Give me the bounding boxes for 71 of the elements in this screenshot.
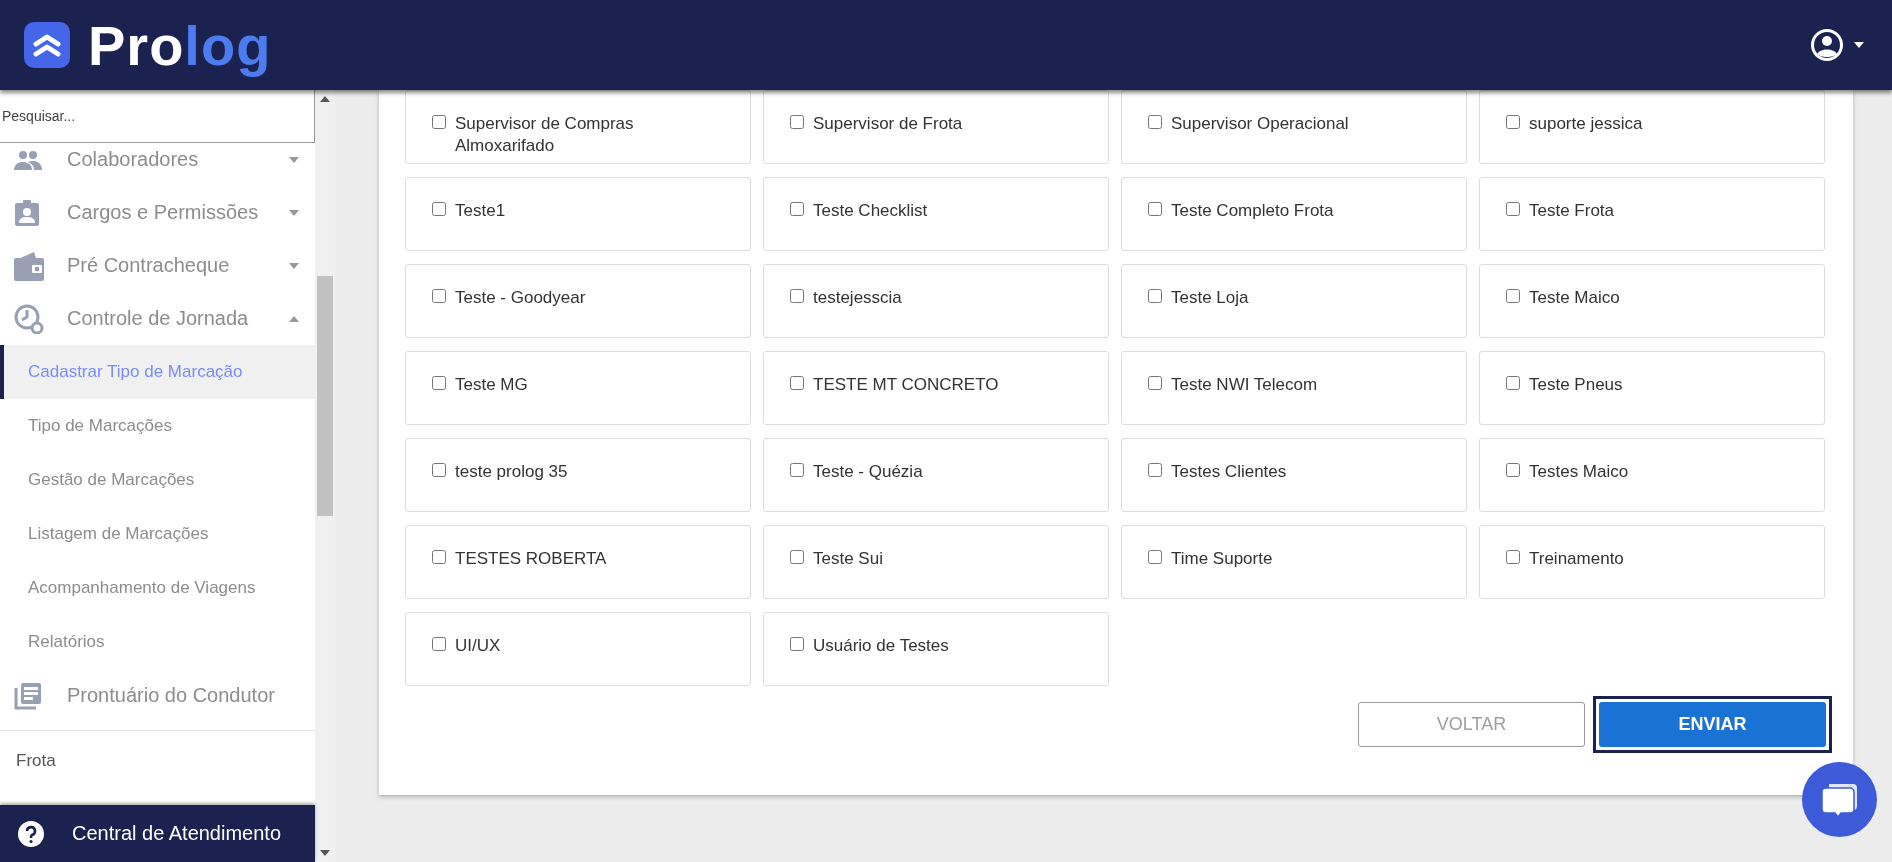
checkbox[interactable] (1506, 289, 1520, 303)
option-card[interactable]: Teste Loja (1121, 264, 1467, 338)
checkbox[interactable] (1148, 376, 1162, 390)
logo-text: Prolog (88, 12, 272, 78)
caret-icon (289, 209, 299, 216)
submit-button[interactable]: ENVIAR (1599, 702, 1826, 747)
option-card[interactable]: Teste Pneus (1479, 351, 1825, 425)
checkbox[interactable] (790, 289, 804, 303)
user-avatar-icon[interactable] (1810, 28, 1844, 62)
badge-icon (14, 199, 40, 226)
option-card[interactable]: Supervisor Operacional (1121, 90, 1467, 164)
checkbox[interactable] (432, 202, 446, 216)
checkbox[interactable] (432, 463, 446, 477)
caret-icon[interactable] (1854, 42, 1864, 48)
document-icon (14, 681, 42, 710)
logo-icon (24, 22, 70, 68)
option-card[interactable]: Time Suporte (1121, 525, 1467, 599)
checkbox[interactable] (1148, 115, 1162, 129)
checkbox[interactable] (790, 202, 804, 216)
checkbox[interactable] (1148, 550, 1162, 564)
option-card[interactable]: Teste - Goodyear (405, 264, 751, 338)
people-icon (14, 149, 42, 170)
checkbox[interactable] (1148, 289, 1162, 303)
checkbox[interactable] (432, 550, 446, 564)
checkbox[interactable] (790, 637, 804, 651)
option-card[interactable]: Teste1 (405, 177, 751, 251)
option-card[interactable]: Teste Completo Frota (1121, 177, 1467, 251)
checkbox[interactable] (790, 550, 804, 564)
search-field[interactable]: Pesquisar... (0, 90, 315, 143)
option-card[interactable]: Teste Maico (1479, 264, 1825, 338)
checkbox[interactable] (1506, 115, 1520, 129)
option-card[interactable]: teste prolog 35 (405, 438, 751, 512)
checkbox[interactable] (1506, 463, 1520, 477)
wallet-icon (14, 250, 44, 281)
help-icon (18, 820, 44, 847)
caret-icon (289, 315, 299, 322)
caret-icon (289, 156, 299, 163)
checkbox[interactable] (790, 115, 804, 129)
clock-icon (14, 303, 44, 334)
option-card[interactable]: UI/UX (405, 612, 751, 686)
option-card[interactable]: Teste MG (405, 351, 751, 425)
option-card[interactable]: Teste Frota (1479, 177, 1825, 251)
checkbox[interactable] (432, 115, 446, 129)
option-card[interactable]: Treinamento (1479, 525, 1825, 599)
caret-icon (289, 262, 299, 269)
option-card[interactable]: Teste Checklist (763, 177, 1109, 251)
checkbox[interactable] (432, 637, 446, 651)
help-center-button[interactable]: Central de Atendimento (0, 805, 315, 862)
checkbox[interactable] (1148, 463, 1162, 477)
checkbox[interactable] (790, 463, 804, 477)
checkbox[interactable] (1506, 376, 1520, 390)
option-card[interactable]: Teste - Quézia (763, 438, 1109, 512)
option-card[interactable]: Teste NWI Telecom (1121, 351, 1467, 425)
option-card[interactable]: TESTE MT CONCRETO (763, 351, 1109, 425)
option-card[interactable]: TESTES ROBERTA (405, 525, 751, 599)
option-card[interactable]: Usuário de Testes (763, 612, 1109, 686)
option-card[interactable]: suporte jessica (1479, 90, 1825, 164)
option-card[interactable]: Testes Clientes (1121, 438, 1467, 512)
checkbox[interactable] (1506, 202, 1520, 216)
checkbox[interactable] (432, 289, 446, 303)
option-card[interactable]: Supervisor de Frota (763, 90, 1109, 164)
option-card[interactable]: Supervisor de Compras Almoxarifado (405, 90, 751, 164)
option-card[interactable]: testejesscia (763, 264, 1109, 338)
option-card[interactable]: Teste Sui (763, 525, 1109, 599)
scrollbar[interactable] (315, 90, 335, 862)
option-card[interactable]: Testes Maico (1479, 438, 1825, 512)
checkbox[interactable] (1148, 202, 1162, 216)
section-title: Frota (15, 750, 57, 772)
checkbox[interactable] (790, 376, 804, 390)
checkbox[interactable] (432, 376, 446, 390)
checkbox[interactable] (1506, 550, 1520, 564)
